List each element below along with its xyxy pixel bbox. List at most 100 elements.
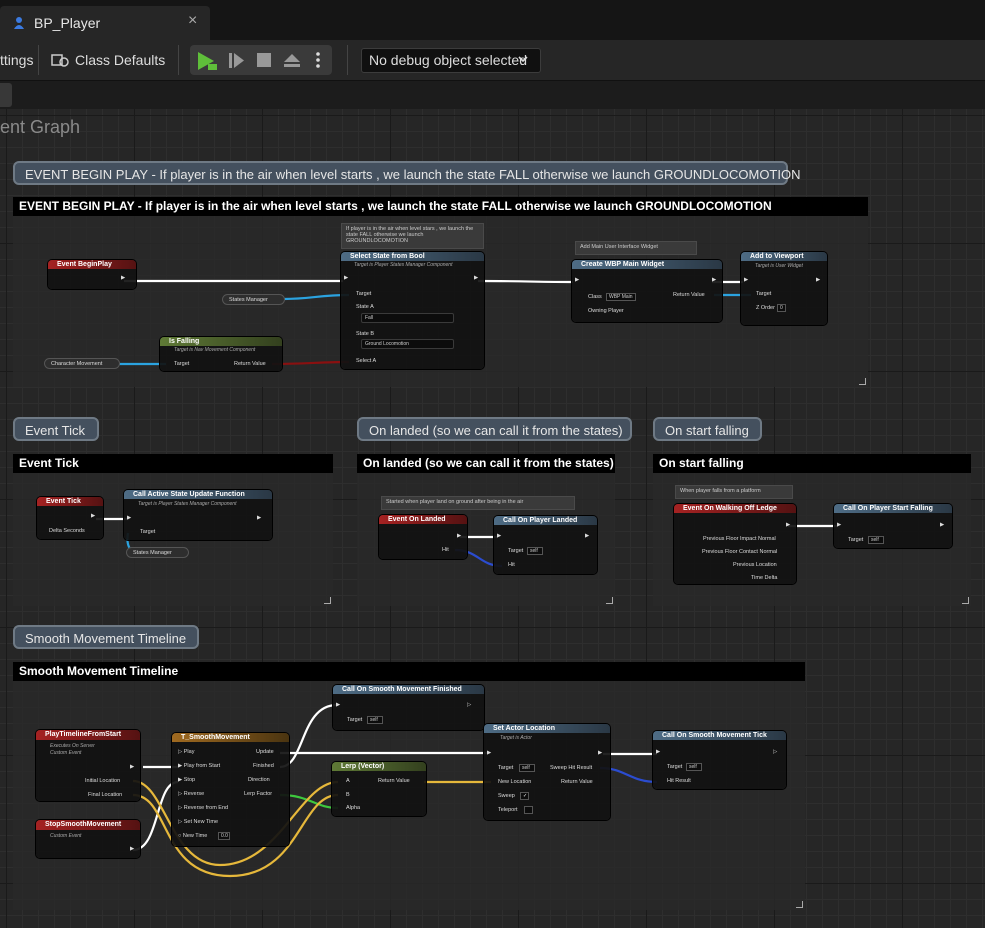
new-time-input-label[interactable]: ○ New Time [178,833,207,839]
hit-pin-label[interactable]: Hit [508,562,515,568]
new-location-pin-label[interactable]: New Location [498,779,531,785]
exec-in-pin[interactable]: ▶ [837,522,841,528]
zorder-pin-label[interactable]: Z Order [756,305,775,311]
lerp-factor-output-label[interactable]: Lerp Factor [244,791,272,797]
node-event-begin-play[interactable]: Event BeginPlay ▶ [48,260,136,289]
teleport-checkbox[interactable] [524,806,533,814]
teleport-pin-label[interactable]: Teleport [498,807,518,813]
exec-out-pin[interactable]: ▶ [585,533,589,539]
node-comment-on-landed[interactable]: Started when player land on ground after… [381,496,575,510]
exec-out-pin[interactable]: ▶ [130,764,134,770]
comment-bubble-on-landed[interactable]: On landed (so we can call it from the st… [357,417,632,441]
state-b-dropdown[interactable]: Ground Locomotion [361,339,454,349]
stop-icon[interactable] [256,52,272,73]
exec-out-pin[interactable]: ▶ [257,515,261,521]
b-pin-label[interactable]: B [346,792,350,798]
play-icon[interactable] [196,51,218,76]
node-add-to-viewport[interactable]: Add to Viewport Target is User Widget ▶ … [741,252,827,325]
exec-out-pin[interactable]: ▶ [940,522,944,528]
target-pin-label[interactable]: Target [756,291,771,297]
hit-pin-label[interactable]: Hit [442,547,449,553]
target-pin-label[interactable]: Target [667,764,682,770]
exec-in-pin[interactable]: ▶ [497,533,501,539]
node-call-smooth-finished[interactable]: Call On Smooth Movement Finished ▶ ▷ Tar… [333,685,484,730]
target-pin-label[interactable]: Target [848,537,863,543]
hit-result-pin-label[interactable]: Hit Result [667,778,691,784]
comment-bubble-event-tick[interactable]: Event Tick [13,417,99,441]
exec-out-pin[interactable]: ▶ [786,522,790,528]
comment-bubble-smooth-movement[interactable]: Smooth Movement Timeline [13,625,199,649]
new-time-value[interactable]: 0.0 [218,832,230,840]
play-input-label[interactable]: ▷ Play [178,749,194,755]
node-is-falling[interactable]: Is Falling Target is Nav Movement Compon… [160,337,282,371]
class-defaults-button[interactable]: Class Defaults [50,49,170,71]
settings-button[interactable]: ttings [0,52,33,68]
node-select-state-from-bool[interactable]: Select State from Bool Target is Player … [341,252,484,369]
debug-object-select[interactable]: No debug object selected [361,48,541,73]
return-value-pin-label[interactable]: Return Value [378,778,410,784]
exec-in-pin[interactable]: ▶ [127,515,131,521]
select-a-pin-label[interactable]: Select A [356,358,376,364]
exec-out-pin[interactable]: ▶ [816,277,820,283]
target-pin-label[interactable]: Target [174,361,189,367]
sweep-checkbox[interactable]: ✓ [520,792,529,800]
node-call-smooth-tick[interactable]: Call On Smooth Movement Tick ▶ ▷ Target … [653,731,786,789]
resize-handle[interactable] [324,597,331,604]
resize-handle[interactable] [962,597,969,604]
node-event-on-walking-off-ledge[interactable]: Event On Walking Off Ledge ▶ Previous Fl… [674,504,796,584]
exec-in-pin[interactable]: ▶ [336,702,340,708]
direction-output-label[interactable]: Direction [248,777,270,783]
more-options-icon[interactable] [315,51,321,74]
update-output-label[interactable]: Update [256,749,274,755]
target-pin-label[interactable]: Target [356,291,371,297]
reverse-input-label[interactable]: ▷ Reverse [178,791,204,797]
pin-label[interactable]: Time Delta [751,575,777,581]
pin-label[interactable]: Previous Location [733,562,777,568]
final-location-pin-label[interactable]: Final Location [88,792,122,798]
comment-bubble-begin-play[interactable]: EVENT BEGIN PLAY - If player is in the a… [13,161,801,185]
zorder-value[interactable]: 0 [777,304,786,312]
target-self-value[interactable]: self [367,716,383,724]
exec-out-pin[interactable]: ▶ [130,846,134,852]
node-event-on-landed[interactable]: Event On Landed ▶ Hit [379,515,467,559]
target-pin-label[interactable]: Target [140,529,155,535]
node-stop-smooth-movement[interactable]: StopSmoothMovement Custom Event ▶ [36,820,140,858]
node-play-timeline-from-start[interactable]: PlayTimelineFromStart Executes On Server… [36,730,140,801]
step-icon[interactable] [228,52,246,74]
node-call-on-player-start-falling[interactable]: Call On Player Start Falling ▶ ▶ Target … [834,504,952,548]
alpha-pin-label[interactable]: Alpha [346,805,360,811]
exec-out-pin[interactable]: ▶ [474,275,478,281]
node-event-tick[interactable]: Event Tick ▶ Delta Seconds [37,497,103,539]
exec-in-pin[interactable]: ▶ [487,750,491,756]
play-from-start-input-label[interactable]: ▶ Play from Start [178,763,220,769]
node-comment-create-widget[interactable]: Add Main User Interface Widget [575,241,697,255]
return-value-pin-label[interactable]: Return Value [234,361,266,367]
target-pin-label[interactable]: Target [508,548,523,554]
sweep-hit-result-pin-label[interactable]: Sweep Hit Result [550,765,592,771]
stop-input-label[interactable]: ▶ Stop [178,777,195,783]
finished-output-label[interactable]: Finished [253,763,274,769]
node-timeline-smooth-movement[interactable]: T_SmoothMovement ▷ Play ▶ Play from Star… [172,733,289,846]
exec-in-pin[interactable]: ▶ [656,749,660,755]
delta-seconds-pin-label[interactable]: Delta Seconds [49,528,85,534]
target-pin-label[interactable]: Target [498,765,513,771]
exec-in-pin[interactable]: ▶ [344,275,348,281]
sweep-pin-label[interactable]: Sweep [498,793,515,799]
eject-icon[interactable] [282,52,302,73]
exec-out-pin[interactable]: ▶ [91,513,95,519]
exec-out-pin[interactable]: ▷ [773,749,777,755]
character-movement-variable[interactable]: Character Movement [44,358,120,369]
resize-handle[interactable] [606,597,613,604]
exec-out-pin[interactable]: ▶ [598,750,602,756]
a-pin-label[interactable]: A [346,778,350,784]
exec-out-pin[interactable]: ▶ [121,275,125,281]
states-manager-variable[interactable]: States Manager [126,547,189,558]
target-pin-label[interactable]: Target [347,717,362,723]
set-new-time-input-label[interactable]: ▷ Set New Time [178,819,218,825]
comment-bubble-on-start-falling[interactable]: On start falling [653,417,762,441]
node-call-on-player-landed[interactable]: Call On Player Landed ▶ ▶ Target self Hi… [494,516,597,574]
owning-player-pin-label[interactable]: Owning Player [588,308,624,314]
initial-location-pin-label[interactable]: Initial Location [85,778,120,784]
node-comment-select-state[interactable]: If player is in the air when level stars… [341,223,484,249]
return-value-pin-label[interactable]: Return Value [561,779,593,785]
